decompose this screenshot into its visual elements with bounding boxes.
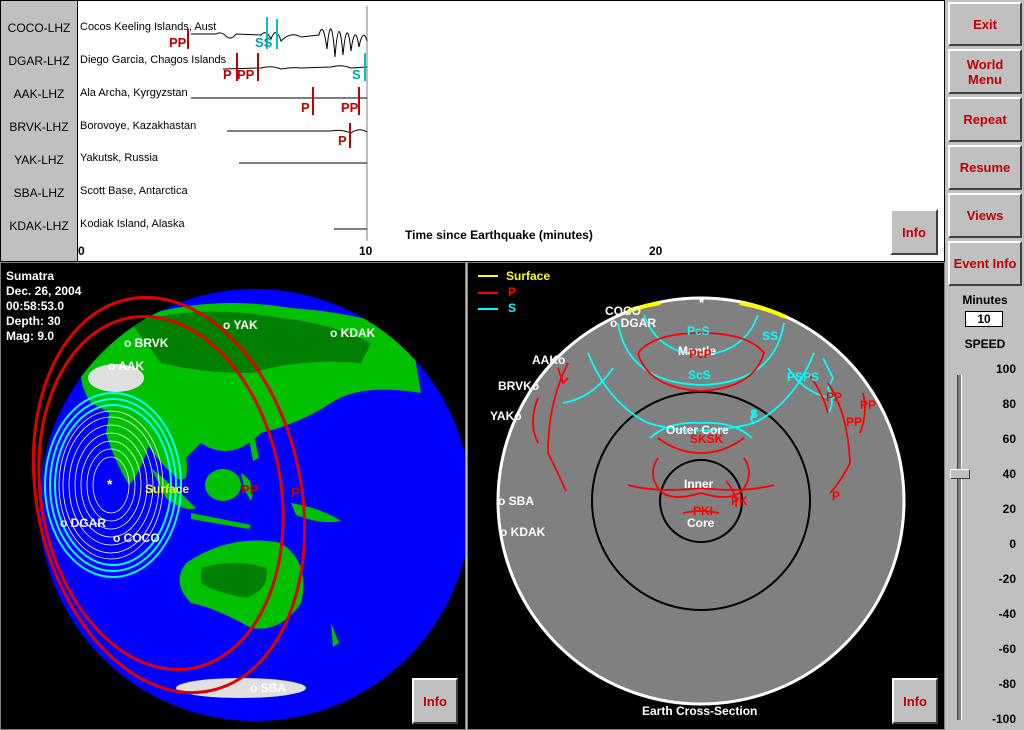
core-label: Core: [687, 516, 715, 530]
views-button[interactable]: Views: [948, 193, 1022, 238]
epicenter-marker: *: [107, 476, 113, 492]
borneo-land: [205, 469, 241, 501]
cross-section-panel: Surface P S * COCO o DGAR AAKo BRVKo YAK…: [467, 262, 945, 730]
phase-psps: PSPS: [787, 370, 819, 384]
minutes-input[interactable]: [965, 311, 1003, 327]
speed-tick: -40: [998, 607, 1016, 621]
phase-label-p: P: [301, 100, 310, 115]
speed-tick: 20: [1002, 502, 1016, 516]
speed-tick: -20: [998, 572, 1016, 586]
station-sba: o SBA: [250, 681, 286, 695]
phase-pcs: PcS: [687, 324, 710, 338]
station-sba: o SBA: [498, 494, 534, 508]
station-aak: o AAK: [108, 359, 145, 373]
surface-wave-label: Surface: [145, 482, 189, 496]
legend-surface-label: Surface: [506, 269, 550, 283]
speed-tick: 100: [995, 362, 1016, 376]
phase-label-pp: PP: [169, 35, 187, 50]
time-tick: 0: [78, 244, 85, 258]
repeat-button[interactable]: Repeat: [948, 97, 1022, 142]
control-panel: Exit World Menu Repeat Resume Views Even…: [946, 0, 1024, 730]
speed-tick: 0: [1009, 537, 1016, 551]
speed-tick: 60: [1002, 432, 1016, 446]
legend: Surface P S: [478, 269, 550, 315]
phase-scs: ScS: [688, 368, 711, 382]
phase-pk: PK: [731, 494, 748, 508]
minutes-label: Minutes: [962, 293, 1008, 307]
phase-ss: SS: [762, 329, 778, 343]
exit-button[interactable]: Exit: [948, 2, 1022, 46]
phase-label-p: P: [223, 67, 232, 82]
phase-markers: PP SS P PP S P PP P: [169, 17, 366, 148]
speed-tick: -80: [998, 677, 1016, 691]
speed-tick: 40: [1002, 467, 1016, 481]
phase-pp: PP: [860, 398, 876, 412]
speed-label: SPEED: [964, 337, 1006, 351]
station-kdak: o KDAK: [500, 525, 546, 539]
p-wave-label: P: [291, 485, 300, 500]
speed-tick: -100: [991, 712, 1016, 726]
seismogram-info-button[interactable]: Info: [890, 209, 938, 255]
station-coco: o COCO: [113, 531, 160, 545]
station-dgar: o DGAR: [610, 316, 656, 330]
globe-panel: Sumatra Dec. 26, 2004 00:58:53.0 Depth: …: [0, 262, 466, 730]
legend-s-label: S: [508, 301, 516, 315]
inner-core-label: Inner: [684, 477, 714, 491]
station-yak: YAKo: [490, 409, 522, 423]
pp-wave-label: PP: [241, 482, 259, 497]
phase-pp: PP: [846, 415, 862, 429]
phase-label-pp: PP: [237, 67, 255, 82]
cross-section-title: Earth Cross-Section: [642, 704, 757, 718]
speed-slider-thumb[interactable]: [950, 469, 970, 479]
station-brvk: BRVKo: [498, 379, 539, 393]
speed-tick: 80: [1002, 397, 1016, 411]
phase-label-p: P: [338, 133, 347, 148]
legend-p-label: P: [508, 285, 516, 299]
antarctica-ice: [176, 678, 306, 698]
resume-button[interactable]: Resume: [948, 145, 1022, 190]
phase-label-ss: SS: [255, 35, 273, 50]
speed-tick: -60: [998, 642, 1016, 656]
station-kdak: o KDAK: [330, 326, 376, 340]
phase-s: S: [750, 407, 758, 421]
phase-p: P: [832, 489, 840, 503]
station-brvk: o BRVK: [124, 336, 169, 350]
seismogram-panel: COCO-LHZ DGAR-LHZ AAK-LHZ BRVK-LHZ YAK-L…: [0, 0, 945, 262]
phase-pcp: PcP: [689, 347, 712, 361]
station-yak: o YAK: [223, 318, 258, 332]
time-tick: 10: [359, 244, 373, 258]
world-menu-button[interactable]: World Menu: [948, 49, 1022, 94]
globe-info-button[interactable]: Info: [412, 678, 458, 724]
speed-slider-track[interactable]: [957, 375, 962, 720]
earth-cross-section: Surface P S * COCO o DGAR AAKo BRVKo YAK…: [478, 269, 906, 718]
globe-map: * Surface PP P o YAK o KDAK o BRVK o AAK…: [31, 289, 465, 721]
seismogram-traces: PP SS P PP S P PP P: [169, 6, 368, 241]
trace-coco: [191, 28, 368, 58]
time-axis-title: Time since Earthquake (minutes): [405, 228, 593, 242]
phase-pp: PP: [826, 390, 842, 404]
phase-sksk: SKSK: [690, 432, 724, 446]
time-tick: 20: [649, 244, 663, 258]
station-dgar: o DGAR: [60, 516, 106, 530]
phase-label-pp: PP: [341, 100, 359, 115]
cross-section-info-button[interactable]: Info: [892, 678, 938, 724]
phase-label-s: S: [352, 67, 361, 82]
station-aak: AAKo: [532, 353, 565, 367]
event-info-button[interactable]: Event Info: [948, 241, 1022, 286]
